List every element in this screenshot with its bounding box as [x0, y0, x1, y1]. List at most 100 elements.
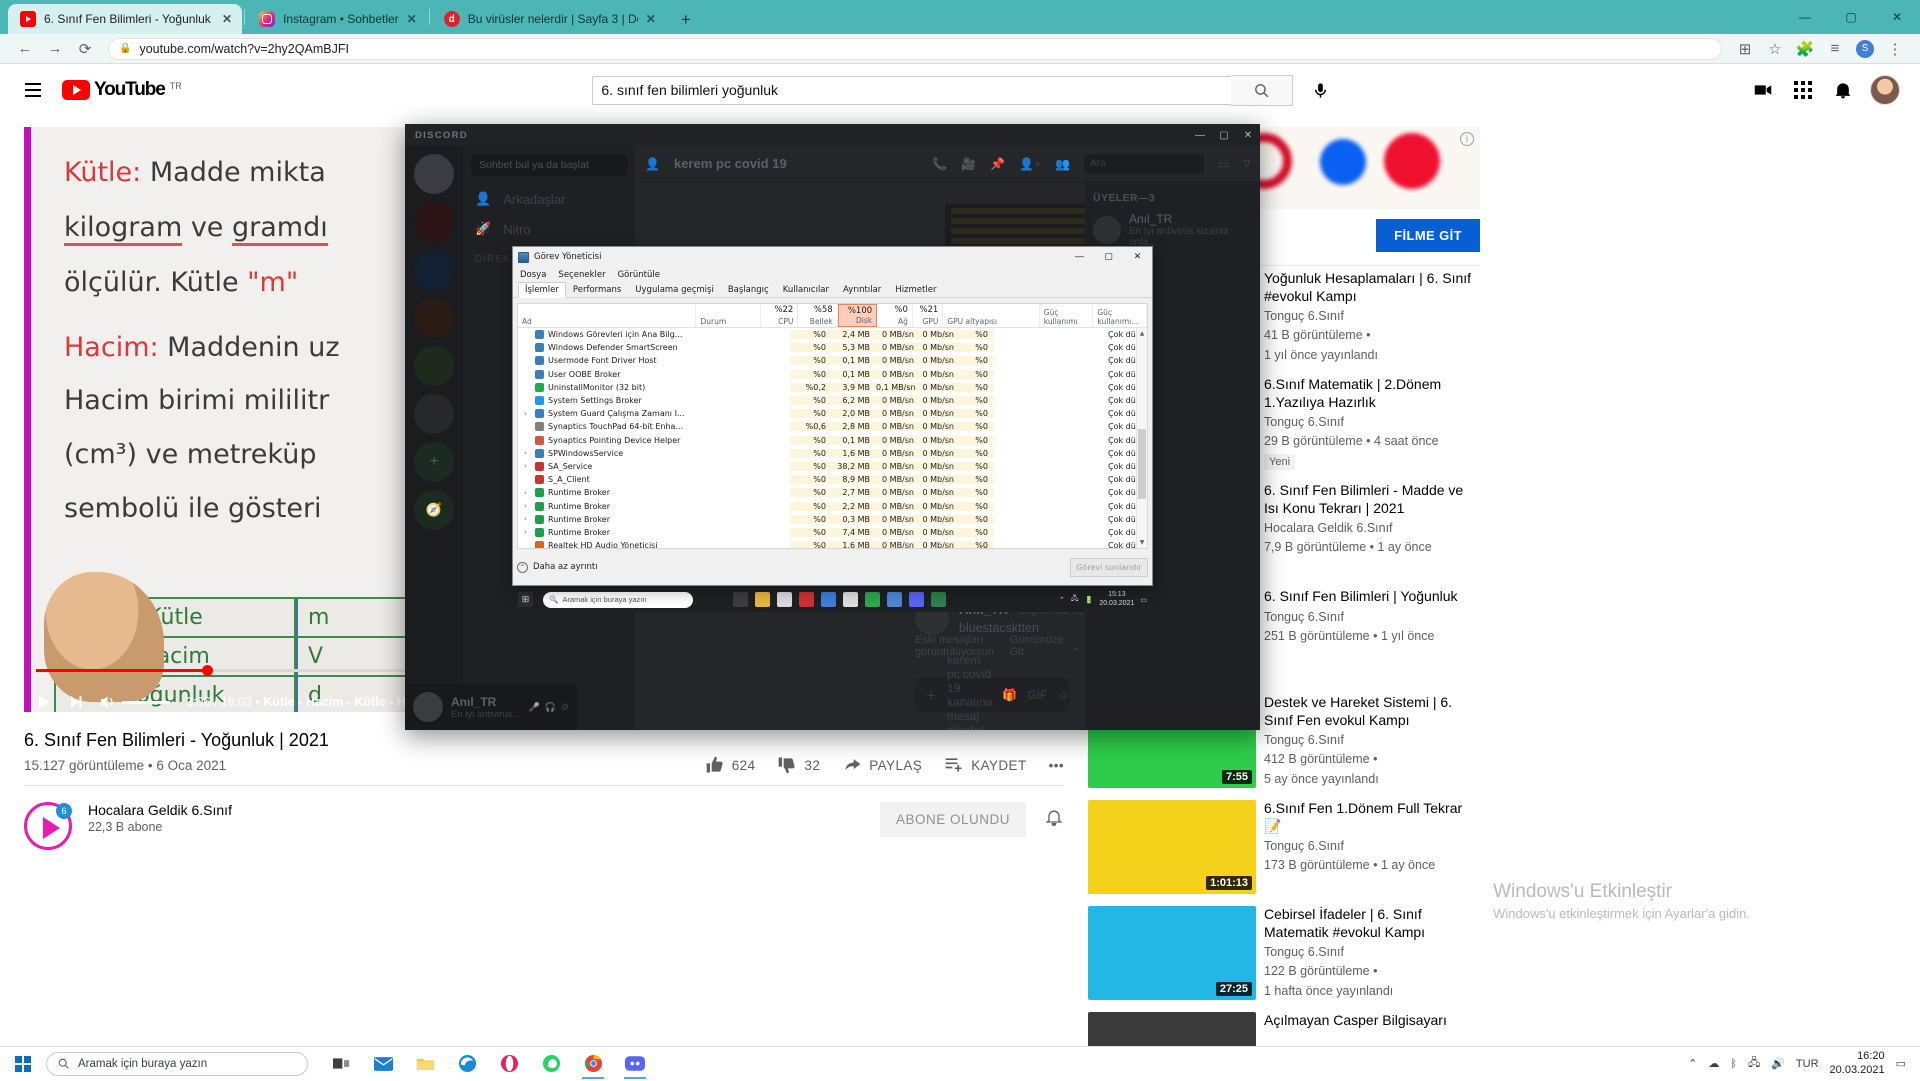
mail-icon[interactable]: [364, 1048, 402, 1080]
tab-ayrıntılar[interactable]: Ayrıntılar: [836, 282, 888, 297]
save-button[interactable]: KAYDET: [944, 755, 1026, 775]
forward-icon[interactable]: →: [40, 35, 70, 63]
clock[interactable]: 16:20 20.03.2021: [1830, 1050, 1885, 1078]
notification-bell-icon[interactable]: [1044, 807, 1064, 832]
table-row[interactable]: Windows Görevleri için Ana Bilg...%02,4 …: [518, 328, 1137, 341]
list-item[interactable]: 1:01:136.Sınıf Fen 1.Dönem Full Tekrar 📝…: [1088, 796, 1480, 902]
jump-to-present-button[interactable]: Günümüze Git: [1010, 634, 1064, 658]
promo-cta-button[interactable]: FİLME GİT: [1376, 219, 1480, 252]
server-icon[interactable]: [414, 394, 454, 434]
column-header-gpu-altyap-s-[interactable]: GPU altyapısı: [943, 304, 1039, 327]
browser-tab-youtube[interactable]: 6. Sınıf Fen Bilimleri - Yoğunluk | 2 ✕: [8, 4, 242, 34]
volume-slider[interactable]: [122, 701, 170, 704]
onedrive-icon[interactable]: ☁: [1708, 1057, 1719, 1070]
network-icon[interactable]: 🖧: [1071, 594, 1079, 605]
minimize-button[interactable]: ―: [1782, 0, 1828, 34]
table-row[interactable]: Windows Defender SmartScreen%05,3 MB0 MB…: [518, 341, 1137, 354]
reload-icon[interactable]: ⟳: [70, 35, 100, 63]
search-button[interactable]: [1231, 75, 1293, 106]
add-friend-icon[interactable]: 👤+: [1019, 157, 1041, 171]
gear-icon[interactable]: ⚙: [561, 702, 569, 713]
file-explorer-icon[interactable]: [406, 1048, 444, 1080]
video-icon[interactable]: 🎥: [961, 157, 976, 171]
language-indicator[interactable]: TUR: [1796, 1058, 1819, 1070]
search-input[interactable]: [593, 77, 1231, 104]
voice-search-icon[interactable]: [1301, 71, 1339, 109]
attach-icon[interactable]: ＋: [925, 687, 937, 704]
emoji-icon[interactable]: ☺: [1057, 688, 1069, 702]
chevron-right-icon[interactable]: ›: [524, 528, 531, 536]
close-button[interactable]: ✕: [1236, 124, 1260, 146]
server-icon[interactable]: [414, 202, 454, 242]
chevron-right-icon[interactable]: ›: [524, 410, 531, 418]
column-header-disk[interactable]: %100Disk: [838, 304, 877, 327]
chevron-right-icon[interactable]: ›: [524, 462, 531, 470]
table-row[interactable]: Synaptics TouchPad 64-bit Enha...%0,62,8…: [518, 420, 1137, 433]
column-header-durum[interactable]: Durum: [696, 304, 760, 327]
subscribe-button[interactable]: ABONE OLUNDU: [880, 802, 1026, 837]
play-button[interactable]: [36, 694, 52, 710]
hamburger-menu-icon[interactable]: [16, 73, 50, 107]
members-icon[interactable]: 👥: [1055, 157, 1070, 171]
sidebar-item-friends[interactable]: 👤 Arkadaşlar: [463, 184, 635, 214]
create-video-icon[interactable]: [1750, 77, 1776, 103]
column-header-gpu[interactable]: %21GPU: [913, 304, 943, 327]
mic-icon[interactable]: 🎤: [528, 702, 539, 713]
tab-i̇şlemler[interactable]: İşlemler: [518, 282, 566, 298]
scrollbar-thumb[interactable]: [1138, 429, 1146, 499]
search-box[interactable]: [592, 76, 1232, 105]
table-row[interactable]: ›System Guard Çalışma Zamanı I...%02,0 M…: [518, 407, 1137, 420]
list-item[interactable]: Açılmayan Casper Bilgisayarı: [1088, 1008, 1480, 1046]
task-view-icon[interactable]: [733, 592, 748, 607]
action-center-icon[interactable]: ▭: [1140, 596, 1147, 604]
notifications-icon[interactable]: [1830, 77, 1856, 103]
table-row[interactable]: System Settings Broker%06,2 MB0 MB/sn0 M…: [518, 394, 1137, 407]
close-window-button[interactable]: ✕: [1874, 0, 1920, 34]
tab-kullanıcılar[interactable]: Kullanıcılar: [776, 282, 836, 297]
column-header-g-kullan-m-[interactable]: Güç kullanımı...: [1093, 304, 1147, 327]
table-row[interactable]: S_A_Client%08,9 MB0 MB/sn0 Mb/sn%0Çok dü…: [518, 473, 1137, 486]
volume-button[interactable]: [100, 694, 170, 710]
chevron-right-icon[interactable]: ›: [524, 502, 531, 510]
dislike-button[interactable]: 32: [777, 755, 820, 775]
reading-list-icon[interactable]: ≡: [1820, 35, 1850, 63]
extensions-icon[interactable]: 🧩: [1790, 35, 1820, 63]
chevron-right-icon[interactable]: ›: [524, 449, 531, 457]
column-header-ad[interactable]: Ad: [518, 304, 696, 327]
table-row[interactable]: Usermode Font Driver Host%00,1 MB0 MB/sn…: [518, 354, 1137, 367]
discord-message-input[interactable]: ＋ kerem pc covid 19 kanalına mesaj gönde…: [915, 678, 1070, 712]
help-icon[interactable]: ?: [1243, 157, 1250, 171]
table-row[interactable]: ›Runtime Broker%07,4 MB0 MB/sn0 Mb/sn%0Ç…: [518, 526, 1137, 539]
browser-tab-instagram[interactable]: Instagram • Sohbetler ✕: [247, 4, 427, 34]
close-icon[interactable]: ✕: [646, 12, 656, 26]
task-manager-window[interactable]: Görev Yöneticisi ― ▢ ✕ Dosya Seçenekler …: [512, 246, 1153, 586]
tab-uygulama-geçmişi[interactable]: Uygulama geçmişi: [628, 282, 721, 297]
start-button[interactable]: ⊞: [518, 592, 533, 607]
tab-performans[interactable]: Performans: [566, 282, 628, 297]
server-icon[interactable]: [414, 250, 454, 290]
whatsapp-icon[interactable]: [865, 592, 880, 607]
chrome-icon[interactable]: [574, 1048, 612, 1080]
explore-servers-icon[interactable]: 🧭: [414, 490, 454, 530]
chevron-right-icon[interactable]: ›: [524, 489, 531, 497]
video-thumbnail[interactable]: 1:01:13: [1088, 800, 1256, 894]
table-row[interactable]: ›Runtime Broker%02,7 MB0 MB/sn0 Mb/sn%0Ç…: [518, 486, 1137, 499]
end-task-button[interactable]: Görevi sonlandır: [1070, 558, 1148, 577]
menu-item-view[interactable]: Görüntüle: [618, 270, 660, 280]
channel-name[interactable]: Hocalara Geldik 6.Sınıf: [88, 802, 232, 818]
show-hidden-icon[interactable]: ⌃: [1059, 596, 1065, 604]
close-icon[interactable]: ✕: [222, 12, 232, 26]
chrome-icon[interactable]: [887, 592, 902, 607]
call-icon[interactable]: 📞: [932, 157, 947, 171]
volume-icon[interactable]: 🔊: [1771, 1057, 1785, 1070]
network-icon[interactable]: 🖧: [1748, 1054, 1760, 1073]
inbox-icon[interactable]: ▭: [1218, 157, 1229, 171]
edge-icon[interactable]: [448, 1048, 486, 1080]
scroll-up-icon[interactable]: ▲: [1137, 328, 1147, 339]
next-button[interactable]: [68, 694, 84, 710]
table-row[interactable]: ›Runtime Broker%02,2 MB0 MB/sn0 Mb/sn%0Ç…: [518, 499, 1137, 512]
app-icon[interactable]: [931, 592, 946, 607]
menu-item-options[interactable]: Seçenekler: [558, 270, 605, 280]
info-icon[interactable]: i: [1460, 132, 1474, 146]
column-header-bellek[interactable]: %58Bellek: [798, 304, 837, 327]
